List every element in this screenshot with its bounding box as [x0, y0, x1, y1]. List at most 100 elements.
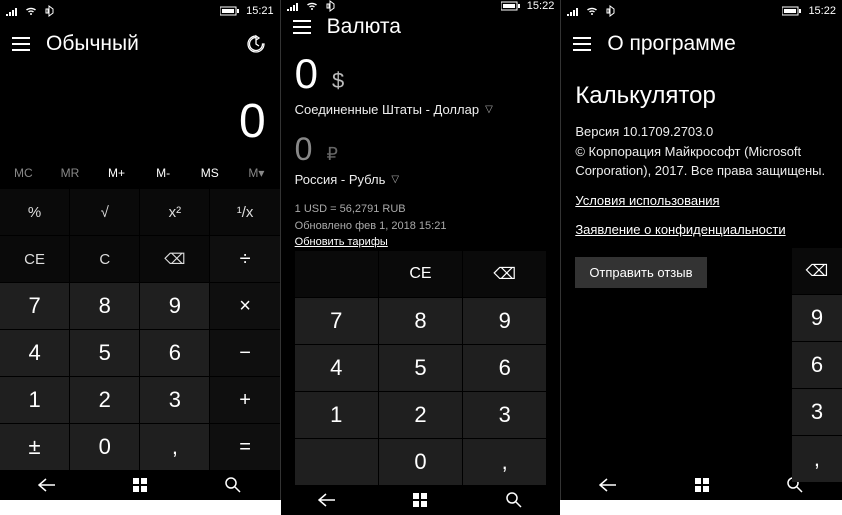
from-symbol: $	[332, 68, 344, 94]
key-1[interactable]: 1	[295, 392, 378, 438]
chevron-down-icon: ▽	[391, 174, 399, 185]
to-symbol: ₽	[326, 144, 337, 165]
nav-back[interactable]	[27, 470, 67, 500]
updated-text: Обновлено фев 1, 2018 15:21	[295, 218, 547, 235]
ringer-icon	[325, 0, 337, 12]
key-5[interactable]: 5	[379, 345, 462, 391]
menu-button[interactable]	[567, 29, 597, 59]
terms-link[interactable]: Условия использования	[575, 193, 828, 208]
header: Валюта	[281, 12, 561, 42]
mem-mlist[interactable]: M▾	[233, 157, 280, 189]
from-value[interactable]: 0	[295, 50, 318, 98]
app-name: Калькулятор	[575, 82, 828, 110]
key-C[interactable]: C	[70, 236, 139, 282]
phone-standard-calc: 15:21 Обычный 0 MC MR M+ M- MS M▾ %√x²¹/…	[0, 0, 281, 500]
nav-back[interactable]	[588, 470, 628, 500]
menu-button[interactable]	[6, 29, 36, 59]
key-+[interactable]: +	[210, 377, 279, 423]
key-6[interactable]: 6	[140, 330, 209, 376]
key-8[interactable]: 8	[379, 298, 462, 344]
nav-home[interactable]	[682, 470, 722, 500]
menu-button[interactable]	[287, 12, 317, 42]
display: 0	[0, 66, 280, 157]
key-⌫[interactable]: ⌫	[463, 251, 546, 297]
key-blank	[295, 439, 378, 485]
key-2[interactable]: 2	[379, 392, 462, 438]
key-7[interactable]: 7	[0, 283, 69, 329]
page-title: О программе	[607, 32, 735, 56]
key-5[interactable]: 5	[70, 330, 139, 376]
key-,[interactable]: ,	[792, 436, 842, 482]
key-CE[interactable]: CE	[0, 236, 69, 282]
key-−[interactable]: −	[210, 330, 279, 376]
page-title: Валюта	[327, 15, 401, 39]
key-2[interactable]: 2	[70, 377, 139, 423]
status-bar: 15:22	[561, 0, 842, 22]
key-4[interactable]: 4	[0, 330, 69, 376]
page-title: Обычный	[46, 32, 139, 56]
to-value[interactable]: 0	[295, 131, 313, 168]
mem-mplus[interactable]: M+	[93, 157, 140, 189]
mem-mminus[interactable]: M-	[140, 157, 187, 189]
key-,[interactable]: ,	[463, 439, 546, 485]
status-time: 15:22	[527, 0, 555, 12]
key-x²[interactable]: x²	[140, 189, 209, 235]
signal-icon	[287, 1, 299, 11]
from-currency-select[interactable]: Соединенные Штаты - Доллар ▽	[295, 102, 547, 117]
key-¹/x[interactable]: ¹/x	[210, 189, 279, 235]
copyright-text: © Корпорация Майкрософт (Microsoft Corpo…	[575, 142, 828, 181]
key-=[interactable]: =	[210, 424, 279, 470]
to-currency-label: Россия - Рубль	[295, 172, 386, 187]
signal-icon	[6, 6, 18, 16]
key-÷[interactable]: ÷	[210, 236, 279, 282]
rate-text: 1 USD = 56,2791 RUB	[295, 201, 547, 218]
key-9[interactable]: 9	[792, 295, 842, 341]
key-3[interactable]: 3	[140, 377, 209, 423]
chevron-down-icon: ▽	[485, 104, 493, 115]
key-6[interactable]: 6	[792, 342, 842, 388]
key-0[interactable]: 0	[379, 439, 462, 485]
key-⌫[interactable]: ⌫	[140, 236, 209, 282]
key-3[interactable]: 3	[792, 389, 842, 435]
key-9[interactable]: 9	[463, 298, 546, 344]
header: Обычный	[0, 22, 280, 66]
key-,[interactable]: ,	[140, 424, 209, 470]
ringer-icon	[605, 5, 617, 17]
wifi-icon	[24, 6, 38, 16]
key-CE[interactable]: CE	[379, 251, 462, 297]
phone-about: 15:22 О программе Калькулятор Версия 10.…	[561, 0, 842, 500]
mem-ms[interactable]: MS	[186, 157, 233, 189]
key-⌫[interactable]: ⌫	[792, 248, 842, 294]
status-bar: 15:22	[281, 0, 561, 12]
key-1[interactable]: 1	[0, 377, 69, 423]
key-8[interactable]: 8	[70, 283, 139, 329]
key-√[interactable]: √	[70, 189, 139, 235]
ringer-icon	[44, 5, 56, 17]
key-6[interactable]: 6	[463, 345, 546, 391]
key-0[interactable]: 0	[70, 424, 139, 470]
key-blank	[295, 251, 378, 297]
key-9[interactable]: 9	[140, 283, 209, 329]
to-currency-select[interactable]: Россия - Рубль ▽	[295, 172, 547, 187]
key-3[interactable]: 3	[463, 392, 546, 438]
battery-icon	[220, 6, 240, 16]
battery-icon	[501, 1, 521, 11]
battery-icon	[782, 6, 802, 16]
refresh-rates-link[interactable]: Обновить тарифы	[295, 236, 388, 248]
key-4[interactable]: 4	[295, 345, 378, 391]
key-±[interactable]: ±	[0, 424, 69, 470]
from-currency-label: Соединенные Штаты - Доллар	[295, 102, 479, 117]
key-7[interactable]: 7	[295, 298, 378, 344]
keypad: CE⌫ 789 456 1230,	[295, 251, 547, 485]
mem-mr[interactable]: MR	[47, 157, 94, 189]
key-×[interactable]: ×	[210, 283, 279, 329]
key-%[interactable]: %	[0, 189, 69, 235]
history-button[interactable]	[246, 34, 266, 54]
nav-home[interactable]	[120, 470, 160, 500]
feedback-button[interactable]: Отправить отзыв	[575, 257, 706, 288]
keypad: %√x²¹/x CEC⌫÷ 789× 456− 123+ ±0,=	[0, 189, 280, 470]
mem-mc[interactable]: MC	[0, 157, 47, 189]
nav-search[interactable]	[213, 470, 253, 500]
privacy-link[interactable]: Заявление о конфиденциальности	[575, 222, 828, 237]
header: О программе	[561, 22, 842, 66]
